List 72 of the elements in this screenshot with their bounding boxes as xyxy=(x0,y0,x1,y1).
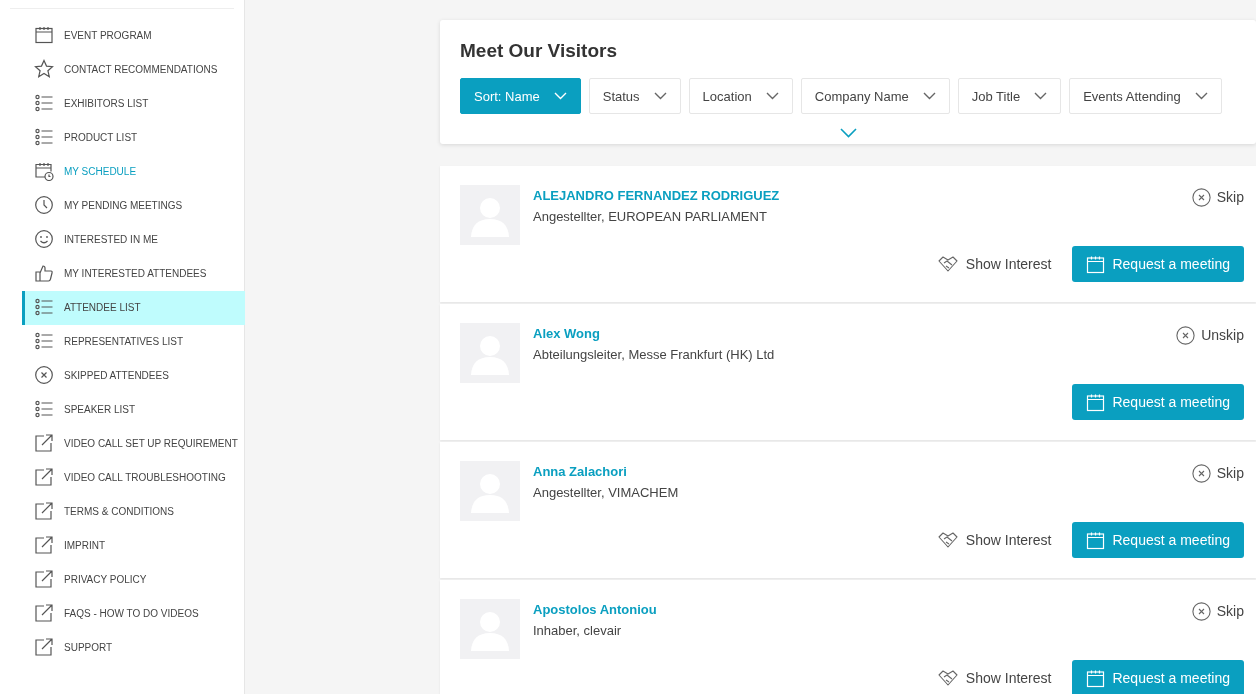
handshake-icon xyxy=(937,669,958,687)
skip-button[interactable]: Skip xyxy=(1191,187,1244,207)
sidebar-item[interactable]: SPEAKER LIST xyxy=(22,393,245,427)
external-link-icon xyxy=(34,603,54,623)
sidebar-item[interactable]: ATTENDEE LIST xyxy=(22,291,245,325)
show-interest-button[interactable]: Show Interest xyxy=(937,531,1052,549)
sidebar-item[interactable]: EXHIBITORS LIST xyxy=(22,87,245,121)
filter-dropdown[interactable]: Company Name xyxy=(800,78,950,114)
sidebar-item[interactable]: FAQS - HOW TO DO VIDEOS xyxy=(22,597,245,631)
external-link-icon xyxy=(34,535,54,555)
visitor-job: Inhaber, clevair xyxy=(533,623,623,638)
skip-button[interactable]: Unskip xyxy=(1176,325,1244,345)
sidebar-item[interactable]: TERMS & CONDITIONS xyxy=(22,495,245,529)
list-icon xyxy=(34,127,54,147)
sidebar-item[interactable]: REPRESENTATIVES LIST xyxy=(22,325,245,359)
sidebar-item[interactable]: VIDEO CALL SET UP REQUIREMENT xyxy=(22,427,245,461)
filter-dropdown[interactable]: Events Attending xyxy=(1069,78,1222,114)
list-icon xyxy=(34,399,54,419)
list-icon xyxy=(34,297,54,317)
visitor-job: Angestellter, EUROPEAN PARLIAMENT xyxy=(533,209,768,224)
external-link-icon xyxy=(34,467,54,487)
external-link-icon xyxy=(34,637,54,657)
calendar-clock-icon xyxy=(34,161,54,181)
chevron-down-icon xyxy=(553,92,567,100)
skip-button[interactable]: Skip xyxy=(1191,463,1244,483)
close-circle-icon xyxy=(1191,463,1211,483)
visitor-job: Abteilungsleiter, Messe Frankfurt (HK) Ltd xyxy=(533,347,776,362)
close-circle-icon xyxy=(1191,187,1211,207)
calendar-icon xyxy=(1086,530,1106,550)
show-interest-button[interactable]: Show Interest xyxy=(937,669,1052,687)
sidebar-item[interactable]: PRIVACY POLICY xyxy=(22,563,245,597)
page-title: Meet Our Visitors xyxy=(460,40,618,62)
sidebar-item[interactable]: IMPRINT xyxy=(22,529,245,563)
skip-button[interactable]: Skip xyxy=(1191,601,1244,621)
filter-dropdown[interactable]: Location xyxy=(688,78,793,114)
visitor-job: Angestellter, VIMACHEM xyxy=(533,485,680,500)
chevron-down-icon xyxy=(765,92,779,100)
chevron-down-icon xyxy=(1194,92,1208,100)
external-link-icon xyxy=(34,433,54,453)
sidebar-item[interactable]: EVENT PROGRAM xyxy=(22,19,245,53)
clock-icon xyxy=(34,195,54,215)
sidebar-item[interactable]: SKIPPED ATTENDEES xyxy=(22,359,245,393)
sidebar-item[interactable]: PRODUCT LIST xyxy=(22,121,245,155)
handshake-icon xyxy=(937,531,958,549)
chevron-down-icon xyxy=(653,92,667,100)
star-icon xyxy=(34,59,54,79)
filter-dropdown[interactable]: Job Title xyxy=(957,78,1062,114)
chevron-down-icon xyxy=(1034,92,1048,100)
close-circle-icon xyxy=(34,365,54,385)
sidebar-item[interactable]: SUPPORT xyxy=(22,631,245,665)
list-icon xyxy=(34,331,54,351)
sidebar-item[interactable]: VIDEO CALL TROUBLESHOOTING xyxy=(22,461,245,495)
thumbs-up-icon xyxy=(34,263,54,283)
show-interest-button[interactable]: Show Interest xyxy=(937,255,1052,273)
sidebar-item[interactable]: MY INTERESTED ATTENDEES xyxy=(22,257,245,291)
sidebar-item[interactable]: INTERESTED IN ME xyxy=(22,223,245,257)
calendar-icon xyxy=(1086,668,1106,688)
external-link-icon xyxy=(34,501,54,521)
sidebar-item[interactable]: CONTACT RECOMMENDATIONS xyxy=(22,53,245,87)
calendar-icon xyxy=(1086,254,1106,274)
chevron-down-icon[interactable] xyxy=(839,128,857,138)
close-circle-icon xyxy=(1191,601,1211,621)
chevron-down-icon xyxy=(922,92,936,100)
smiley-icon xyxy=(34,229,54,249)
sidebar-item[interactable]: MY PENDING MEETINGS xyxy=(22,189,245,223)
close-circle-icon xyxy=(1176,325,1196,345)
handshake-icon xyxy=(937,255,958,273)
calendar-icon xyxy=(34,25,54,45)
external-link-icon xyxy=(34,569,54,589)
filter-dropdown[interactable]: Status xyxy=(588,78,681,114)
list-icon xyxy=(34,93,54,113)
calendar-icon xyxy=(1086,392,1106,412)
